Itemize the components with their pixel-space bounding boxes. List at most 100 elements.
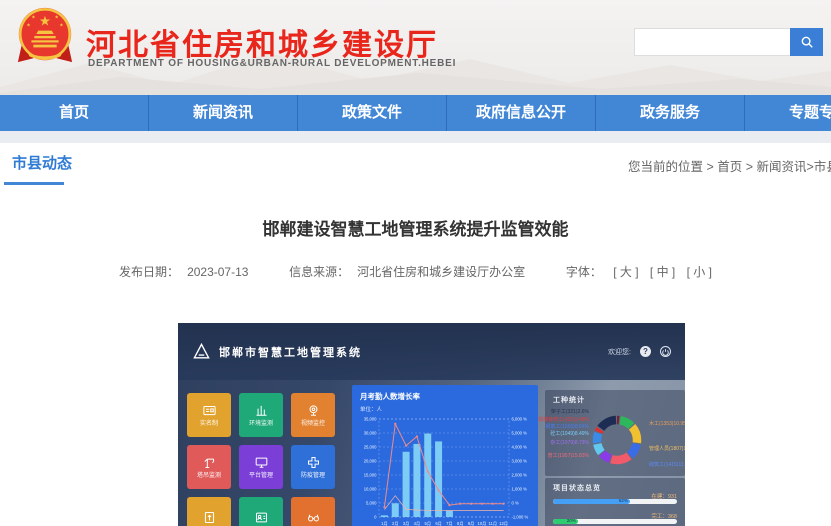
donut-label: 砌筑工(1415)11.45%	[649, 462, 685, 468]
tile-label: 防疫管理	[300, 473, 325, 479]
tile-label: 塔吊监测	[196, 473, 221, 479]
attendance-chart-panel: 月考勤人数增长率 单位：人 -1,000 % 0 % 1,000 % 2,000 % 3,0…	[352, 385, 538, 526]
search-button[interactable]	[790, 28, 823, 56]
bar-chart-icon	[256, 405, 266, 416]
nav-item-3[interactable]: 政府信息公开	[447, 95, 596, 131]
search-input[interactable]	[634, 28, 790, 56]
progress-bar-fill: 20%	[553, 519, 578, 524]
dashboard-tile-视频监控: 视频监控	[291, 393, 335, 437]
id-card-icon	[202, 405, 216, 416]
nav-item-5[interactable]: 专题专栏	[745, 95, 831, 131]
page: ★ ★ ★ ★ ★ 河北省住房和城乡建设厅 DEPARTMENT OF HOUS…	[0, 0, 831, 526]
national-emblem-logo: ★ ★ ★ ★ ★	[17, 7, 73, 63]
font-size-large-button[interactable]: [ 大 ]	[613, 265, 638, 279]
nav-item-4[interactable]: 政务服务	[596, 95, 745, 131]
svg-text:★: ★	[26, 22, 31, 28]
logout-icon	[660, 346, 671, 357]
svg-text:4月: 4月	[414, 521, 421, 526]
svg-text:★: ★	[39, 13, 51, 28]
badge-person-icon	[255, 512, 267, 523]
job-type-donut-chart	[592, 415, 642, 465]
tile-label: 实名制	[199, 421, 218, 427]
svg-text:6月: 6月	[435, 521, 442, 526]
svg-text:12月: 12月	[499, 521, 508, 526]
svg-text:单位：人: 单位：人	[360, 405, 383, 413]
nav-item-0[interactable]: 首页	[0, 95, 149, 131]
svg-text:11月: 11月	[488, 521, 497, 526]
breadcrumb: 您当前的位置 > 首页 > 新闻资讯>市县动态	[622, 156, 831, 175]
svg-text:30,000: 30,000	[364, 431, 377, 436]
section-title[interactable]: 市县动态	[12, 152, 72, 173]
svg-text:1,000 %: 1,000 %	[512, 487, 528, 492]
svg-text:★: ★	[59, 22, 64, 28]
svg-text:5,000 %: 5,000 %	[512, 431, 528, 436]
donut-label: 钢筋工(1068)8.64%	[545, 424, 589, 430]
monitor-icon	[255, 457, 267, 468]
project-status-title: 项目状态总览	[553, 485, 601, 492]
article-image-smart-site-dashboard[interactable]: 实名制 环境监测 视频监控塔吊监测 平台管理 防疫管理 月考勤人数增长率 单位：人 -1,0…	[178, 323, 685, 526]
font-size-small-button[interactable]: [ 小 ]	[687, 265, 712, 279]
subnav-strip	[0, 131, 831, 143]
dashboard-tile-环境监测: 环境监测	[239, 393, 283, 437]
breadcrumb-trail[interactable]: 您当前的位置 > 首页 > 新闻资讯>市县动态	[628, 156, 831, 175]
nav-item-1[interactable]: 新闻资讯	[149, 95, 298, 131]
dashboard-tile-塔吊监测: 塔吊监测	[187, 445, 231, 489]
svg-text:★: ★	[31, 15, 36, 21]
donut-label: 木工(1353)10.95%	[649, 421, 685, 427]
search-bar	[634, 28, 823, 56]
hoist-icon	[204, 512, 214, 523]
svg-text:6,000 %: 6,000 %	[512, 417, 528, 422]
svg-text:0 %: 0 %	[512, 501, 519, 506]
svg-text:-1,000 %: -1,000 %	[512, 515, 529, 520]
svg-text:9月: 9月	[468, 521, 475, 526]
progress-percent: 20%	[566, 519, 576, 524]
medical-cross-icon	[307, 457, 319, 468]
search-icon	[801, 36, 813, 48]
nav-item-2[interactable]: 政策文件	[298, 95, 447, 131]
article-meta: 发布日期： 2023-07-13 信息来源： 河北省住房和城乡建设厅办公室 字体： …	[0, 263, 831, 280]
dashboard-tile-实名制: 实名制	[187, 393, 231, 437]
svg-text:8月: 8月	[457, 521, 464, 526]
progress-percent: 62%	[618, 499, 628, 504]
main-nav: 首页新闻资讯政策文件政府信息公开政务服务专题专栏	[0, 95, 831, 131]
font-size-label: 字体：	[565, 265, 602, 279]
dashboard-tile-row3-7	[239, 497, 283, 526]
project-status-panel: 项目状态总览 在建：931 62% 完工：368 20%	[545, 478, 685, 526]
svg-text:15,000: 15,000	[364, 473, 377, 478]
font-size-medium-button[interactable]: [ 中 ]	[650, 265, 675, 279]
dashboard-system-title: 邯郸市智慧工地管理系统	[219, 346, 362, 359]
svg-text:3,000 %: 3,000 %	[512, 459, 528, 464]
job-stats-title: 工种统计	[553, 397, 585, 404]
donut-label: 架子工(321)2.6%	[550, 409, 589, 415]
dashboard-header: 邯郸市智慧工地管理系统 欢迎您: ?	[178, 323, 685, 380]
progress-bar-track: 62%	[553, 499, 677, 504]
svg-text:25,000: 25,000	[364, 445, 377, 450]
welcome-label: 欢迎您:	[608, 348, 631, 356]
article: 邯郸建设智慧工地管理系统提升监管效能 发布日期： 2023-07-13 信息来源：…	[0, 185, 831, 280]
svg-text:2,000 %: 2,000 %	[512, 473, 528, 478]
dashboard-tile-row3-6	[187, 497, 231, 526]
svg-text:0: 0	[374, 515, 377, 520]
svg-text:5月: 5月	[424, 521, 431, 526]
article-title: 邯郸建设智慧工地管理系统提升监管效能	[262, 220, 569, 239]
svg-text:3月: 3月	[403, 521, 410, 526]
progress-bar-track: 20%	[553, 519, 677, 524]
svg-text:7月: 7月	[446, 521, 453, 526]
job-type-stats-panel: 工种统计 架子工(321)2.6% 木工(1353)10.95% 管理人员(1807…	[538, 390, 685, 476]
progress-bar-fill: 62%	[553, 499, 630, 504]
svg-text:月考勤人数增长率: 月考勤人数增长率	[359, 391, 420, 401]
svg-text:35,000: 35,000	[364, 417, 377, 422]
publish-date: 2023-07-13	[187, 265, 249, 279]
donut-label: 管理人员(1807)14.62%	[649, 446, 685, 452]
donut-label: 焊接装修工(430)3.48%	[538, 417, 589, 423]
tile-label: 视频监控	[300, 421, 325, 427]
svg-text:4,000 %: 4,000 %	[512, 445, 528, 450]
donut-label: 杂工(1079)8.73%	[550, 440, 589, 446]
breadcrumb-bar: 市县动态 您当前的位置 > 首页 > 新闻资讯>市县动态	[0, 143, 831, 185]
dashboard-logo-icon	[193, 342, 210, 359]
tile-label: 平台管理	[248, 473, 273, 479]
source-label: 信息来源：	[289, 265, 350, 279]
crane-icon	[203, 458, 214, 468]
svg-text:★: ★	[54, 15, 59, 21]
attendance-growth-chart: 月考勤人数增长率单位：人 -1,000 % 0 % 1,000 % 2,000 % 3,0…	[359, 391, 529, 526]
